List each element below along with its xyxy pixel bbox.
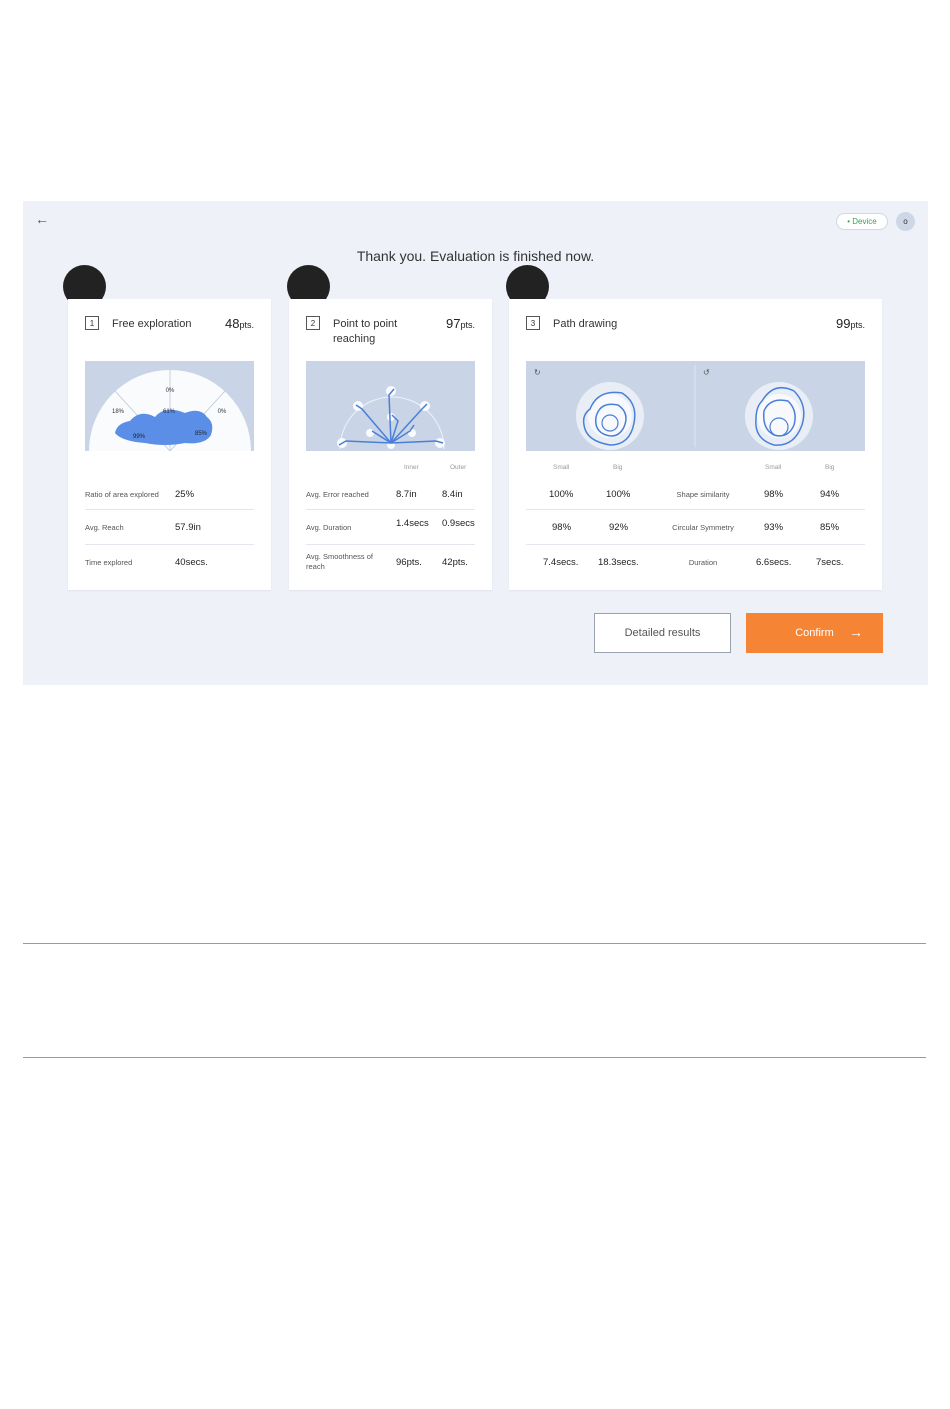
card-score: 97pts. [446, 316, 475, 331]
evaluation-results-screen: ← • Device o Thank you. Evaluation is fi… [23, 201, 928, 685]
card-number: 1 [85, 316, 99, 330]
sector-label: 85% [195, 431, 208, 437]
card-score: 99pts. [836, 316, 865, 331]
reaching-visualization [306, 361, 475, 451]
column-header: Inner [404, 464, 419, 471]
column-header: Small [765, 464, 782, 471]
column-header: Big [825, 464, 835, 471]
device-status-badge: • Device [836, 213, 888, 230]
sector-label: 0% [166, 388, 175, 394]
card-score: 48pts. [225, 316, 254, 331]
card-number: 2 [306, 316, 320, 330]
rotate-icon: ↺ [703, 368, 710, 377]
stat-row: Avg. Smoothness of reach 96pts. 42pts. [306, 552, 468, 571]
card-title: Free exploration [112, 318, 192, 330]
card-number: 3 [526, 316, 540, 330]
stat-row: 100% 100% Shape similarity 98% 94% [526, 479, 865, 510]
stat-row: 7.4secs. 18.3secs. Duration 6.6secs. 7se… [543, 557, 844, 568]
back-arrow-icon[interactable]: ← [35, 211, 49, 227]
stat-row: Avg. Reach 57.9in [85, 510, 254, 545]
card-point-to-point: 2 Point to point reaching 97pts. Inner O… [289, 299, 492, 590]
rotate-icon: ↻ [534, 368, 541, 377]
stat-row: Time explored 40secs. [85, 557, 208, 568]
page-title: Thank you. Evaluation is finished now. [356, 248, 595, 264]
detailed-results-button[interactable]: Detailed results [594, 613, 731, 653]
card-free-exploration: 1 Free exploration 48pts. 0% 18% 61% 0% … [68, 299, 271, 590]
card-title: Path drawing [553, 318, 618, 330]
column-header: Big [613, 464, 623, 471]
exploration-visualization: 0% 18% 61% 0% 99% 85% [85, 361, 254, 451]
sector-label: 61% [163, 409, 176, 415]
stat-row: Avg. Duration 1.4secs 0.9secs [306, 510, 475, 545]
confirm-button[interactable]: Confirm → [746, 613, 883, 653]
sector-label: 99% [133, 434, 146, 440]
column-header: Outer [450, 464, 467, 471]
avatar[interactable]: o [896, 212, 915, 231]
divider-line [23, 1057, 926, 1058]
card-title: Point to point reaching [333, 318, 398, 345]
confirm-label: Confirm [795, 627, 834, 639]
stat-row: Avg. Error reached 8.7in 8.4in [306, 479, 475, 510]
stat-row: 98% 92% Circular Symmetry 93% 85% [526, 510, 865, 545]
arrow-right-icon: → [849, 624, 863, 640]
stat-row: Ratio of area explored 25% [85, 479, 254, 510]
card-path-drawing: 3 Path drawing 99pts. ↻ ↺ Small Big Smal… [509, 299, 882, 590]
path-drawing-visualization: ↻ ↺ [526, 361, 865, 451]
divider-line [23, 943, 926, 944]
sector-label: 18% [112, 409, 125, 415]
column-header: Small [553, 464, 570, 471]
sector-label: 0% [218, 409, 227, 415]
